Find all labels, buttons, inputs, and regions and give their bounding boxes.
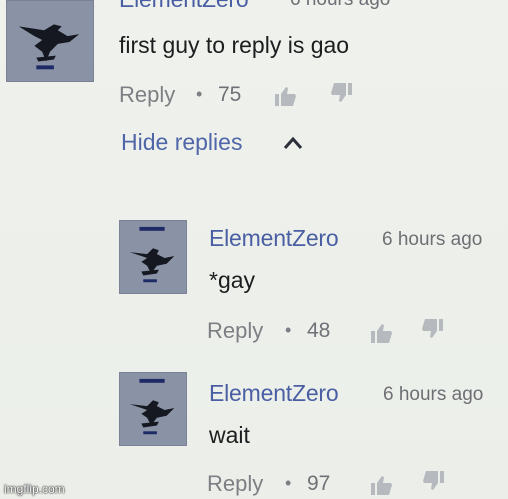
reply-like-count: 97 <box>307 472 331 495</box>
thumbs-up-icon[interactable] <box>370 474 394 496</box>
hide-replies-link[interactable]: Hide replies <box>121 129 242 156</box>
reply-text: wait <box>209 422 250 448</box>
crow-avatar-icon <box>120 373 186 445</box>
parent-comment-text: first guy to reply is gao <box>119 32 350 58</box>
thumbs-down-icon[interactable] <box>329 82 353 104</box>
reply-author[interactable]: ElementZero <box>209 225 339 252</box>
reply-separator: • <box>285 320 292 340</box>
reply-text: *gay <box>209 267 256 293</box>
parent-reply-separator: • <box>196 84 203 104</box>
parent-comment-avatar[interactable] <box>6 0 94 82</box>
thumbs-down-icon[interactable] <box>421 470 445 492</box>
comment-thread: ElementZero 6 hours ago first guy to rep… <box>0 0 508 499</box>
reply-button[interactable]: Reply <box>207 318 263 344</box>
thumbs-up-icon[interactable] <box>370 322 394 344</box>
thumbs-down-icon[interactable] <box>420 318 444 340</box>
parent-like-count: 75 <box>218 83 242 106</box>
reply-time: 6 hours ago <box>383 384 484 405</box>
imgflip-watermark: imgflip.com <box>4 482 65 496</box>
thumbs-up-icon[interactable] <box>274 85 298 107</box>
reply-button[interactable]: Reply <box>207 471 263 497</box>
parent-comment-time: 6 hours ago <box>290 0 390 10</box>
crow-avatar-icon <box>120 221 186 293</box>
parent-comment-author[interactable]: ElementZero <box>119 0 249 10</box>
reply-separator: • <box>285 473 292 493</box>
crow-avatar-icon <box>7 1 93 81</box>
reply-time: 6 hours ago <box>382 229 483 250</box>
chevron-up-icon[interactable] <box>283 136 303 150</box>
reply-like-count: 48 <box>307 319 331 342</box>
reply-author[interactable]: ElementZero <box>209 380 339 407</box>
parent-reply-button[interactable]: Reply <box>119 82 175 108</box>
reply-avatar[interactable] <box>119 372 187 446</box>
reply-avatar[interactable] <box>119 220 187 294</box>
